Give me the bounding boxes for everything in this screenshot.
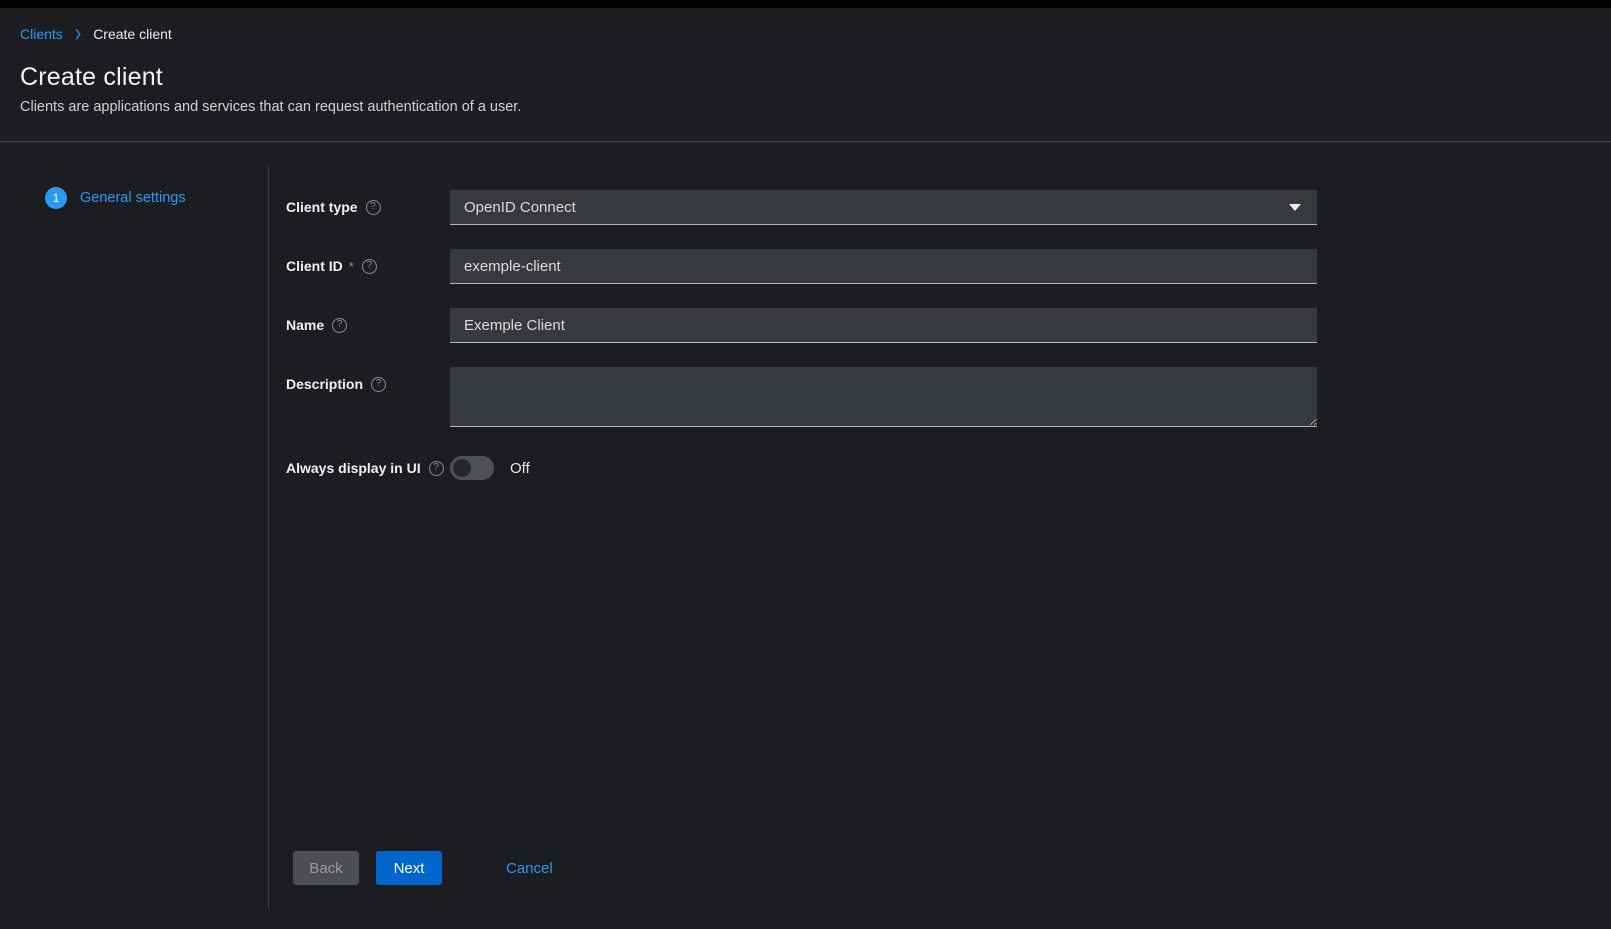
always-display-help-icon[interactable]: ?: [429, 461, 444, 476]
breadcrumb-current: Create client: [93, 26, 172, 42]
client-id-label: Client ID: [286, 258, 343, 274]
client-id-row: Client ID * ?: [286, 249, 1611, 284]
description-textarea[interactable]: [450, 367, 1317, 427]
required-asterisk: *: [349, 259, 354, 274]
page-subtitle: Clients are applications and services th…: [20, 99, 1587, 115]
general-settings-form: Client type ? OpenID Connect Client ID *…: [269, 142, 1611, 929]
always-display-label: Always display in UI: [286, 460, 421, 476]
client-id-label-group: Client ID * ?: [286, 249, 433, 274]
always-display-row: Always display in UI ? Off: [286, 451, 1611, 480]
page-header: Clients ❯ Create client Create client Cl…: [0, 8, 1611, 142]
name-input[interactable]: [450, 308, 1317, 343]
wizard-steps-nav: 1 General settings: [0, 142, 268, 929]
client-form: Client type ? OpenID Connect Client ID *…: [286, 190, 1611, 504]
next-button[interactable]: Next: [376, 851, 442, 885]
always-display-label-group: Always display in UI ?: [286, 451, 433, 476]
breadcrumb: Clients ❯ Create client: [20, 26, 1587, 42]
client-id-input[interactable]: [450, 249, 1317, 284]
client-id-help-icon[interactable]: ?: [362, 259, 377, 274]
name-help-icon[interactable]: ?: [332, 318, 347, 333]
client-type-label: Client type: [286, 199, 358, 215]
always-display-toggle[interactable]: [450, 456, 494, 480]
cancel-link[interactable]: Cancel: [506, 860, 553, 877]
name-row: Name ?: [286, 308, 1611, 343]
description-label: Description: [286, 376, 363, 392]
breadcrumb-link-clients[interactable]: Clients: [20, 26, 63, 42]
page-title: Create client: [20, 63, 1587, 92]
name-label: Name: [286, 317, 324, 333]
wizard-step-label: General settings: [80, 190, 186, 206]
client-type-help-icon[interactable]: ?: [366, 200, 381, 215]
wizard-footer: Back Next Cancel: [293, 851, 1611, 885]
client-type-selected-value: OpenID Connect: [464, 199, 576, 216]
chevron-right-icon: ❯: [74, 29, 82, 40]
create-client-wizard: 1 General settings Client type ? OpenID …: [0, 142, 1611, 929]
description-row: Description ?: [286, 367, 1611, 427]
toggle-state-label: Off: [510, 460, 530, 477]
step-number-badge: 1: [45, 187, 67, 209]
client-type-row: Client type ? OpenID Connect: [286, 190, 1611, 225]
window-top-bar: [0, 0, 1611, 8]
description-label-group: Description ?: [286, 367, 433, 392]
always-display-toggle-group: Off: [450, 451, 1317, 480]
client-type-select[interactable]: OpenID Connect: [450, 190, 1317, 225]
name-label-group: Name ?: [286, 308, 433, 333]
caret-down-icon: [1289, 204, 1301, 211]
description-help-icon[interactable]: ?: [371, 377, 386, 392]
toggle-knob: [453, 459, 471, 477]
back-button[interactable]: Back: [293, 851, 359, 885]
wizard-step-general-settings[interactable]: 1 General settings: [45, 187, 268, 209]
client-type-label-group: Client type ?: [286, 190, 433, 215]
